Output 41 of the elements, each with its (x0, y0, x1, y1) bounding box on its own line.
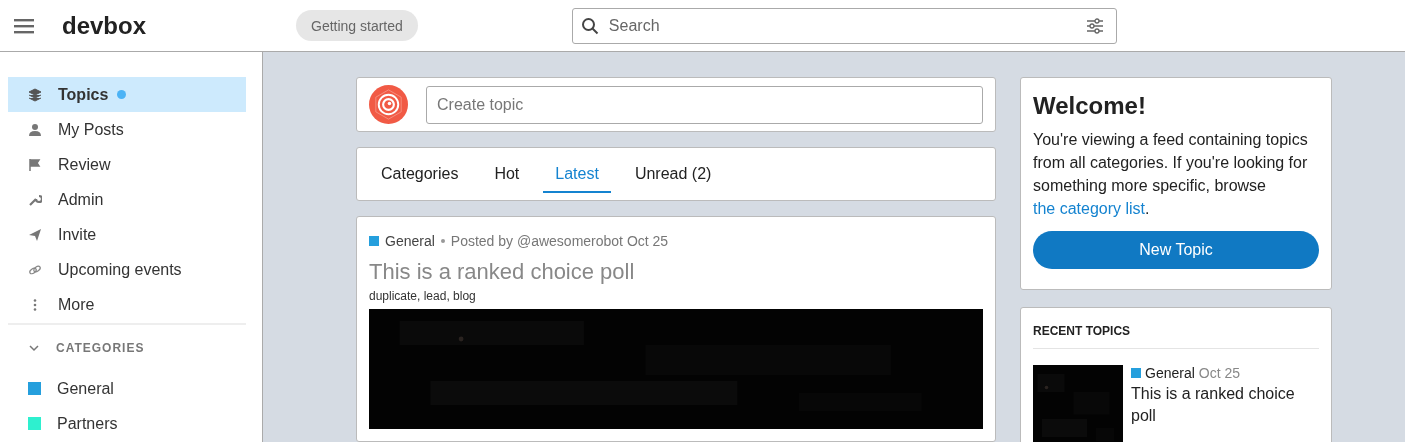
feed-tab[interactable]: Hot (482, 157, 532, 194)
sidebar-item[interactable]: More (8, 287, 246, 322)
topic-date: Oct 25 (1198, 365, 1241, 381)
filter-icon[interactable] (1085, 17, 1104, 34)
sidebar-item[interactable]: Topics (8, 77, 246, 112)
category-link[interactable]: General (1145, 365, 1195, 381)
new-topic-button[interactable]: New Topic (1033, 231, 1319, 269)
search-field[interactable]: Search (606, 15, 1078, 36)
chevron-icon[interactable] (28, 344, 40, 352)
avatar-icon (369, 85, 408, 125)
link-icon (28, 262, 42, 277)
paper-plane-icon (28, 227, 42, 242)
feed-tab[interactable]: Unread (2) (622, 157, 724, 194)
topic-title[interactable]: This is a ranked choice poll (1131, 383, 1319, 427)
search-bar[interactable]: Search (571, 7, 1117, 44)
topic-title[interactable]: This is a ranked choice poll (369, 258, 983, 285)
feed-tab[interactable]: Categories (369, 157, 471, 194)
create-topic-field[interactable]: Create topic (426, 85, 983, 124)
feed-tab[interactable]: Latest (543, 157, 611, 194)
separator-dot (440, 238, 445, 243)
welcome-text: You're viewing a feed containing topics from all categories. If you're looking for something more specific, browse the category list. (1033, 130, 1309, 219)
sidebar-item[interactable]: Invite (8, 217, 246, 252)
category-item[interactable]: General (8, 371, 246, 406)
category-link[interactable]: General (385, 232, 435, 249)
section-heading: CATEGORIES (56, 341, 145, 355)
sidebar-item[interactable]: Admin (8, 182, 246, 217)
topic-tags[interactable]: duplicate, lead, blog (369, 288, 476, 303)
sidebar-item[interactable]: Review (8, 147, 246, 182)
sidebar-item[interactable]: Upcoming events (8, 252, 246, 287)
topic-byline: Posted by @awesomerobot Oct 25 (450, 232, 669, 249)
site-logo[interactable]: devbox (62, 11, 296, 40)
category-item[interactable]: Partners (8, 406, 246, 441)
person-icon (28, 122, 42, 137)
search-icon (580, 16, 599, 35)
menu-icon[interactable] (14, 17, 34, 34)
welcome-title: Welcome! (1033, 92, 1147, 120)
section-heading: RECENT TOPICS (1033, 324, 1319, 349)
sidebar-item[interactable]: My Posts (8, 112, 246, 147)
getting-started-button[interactable]: Getting started (296, 10, 418, 41)
flag-icon (28, 157, 42, 172)
layers-icon (28, 87, 42, 102)
